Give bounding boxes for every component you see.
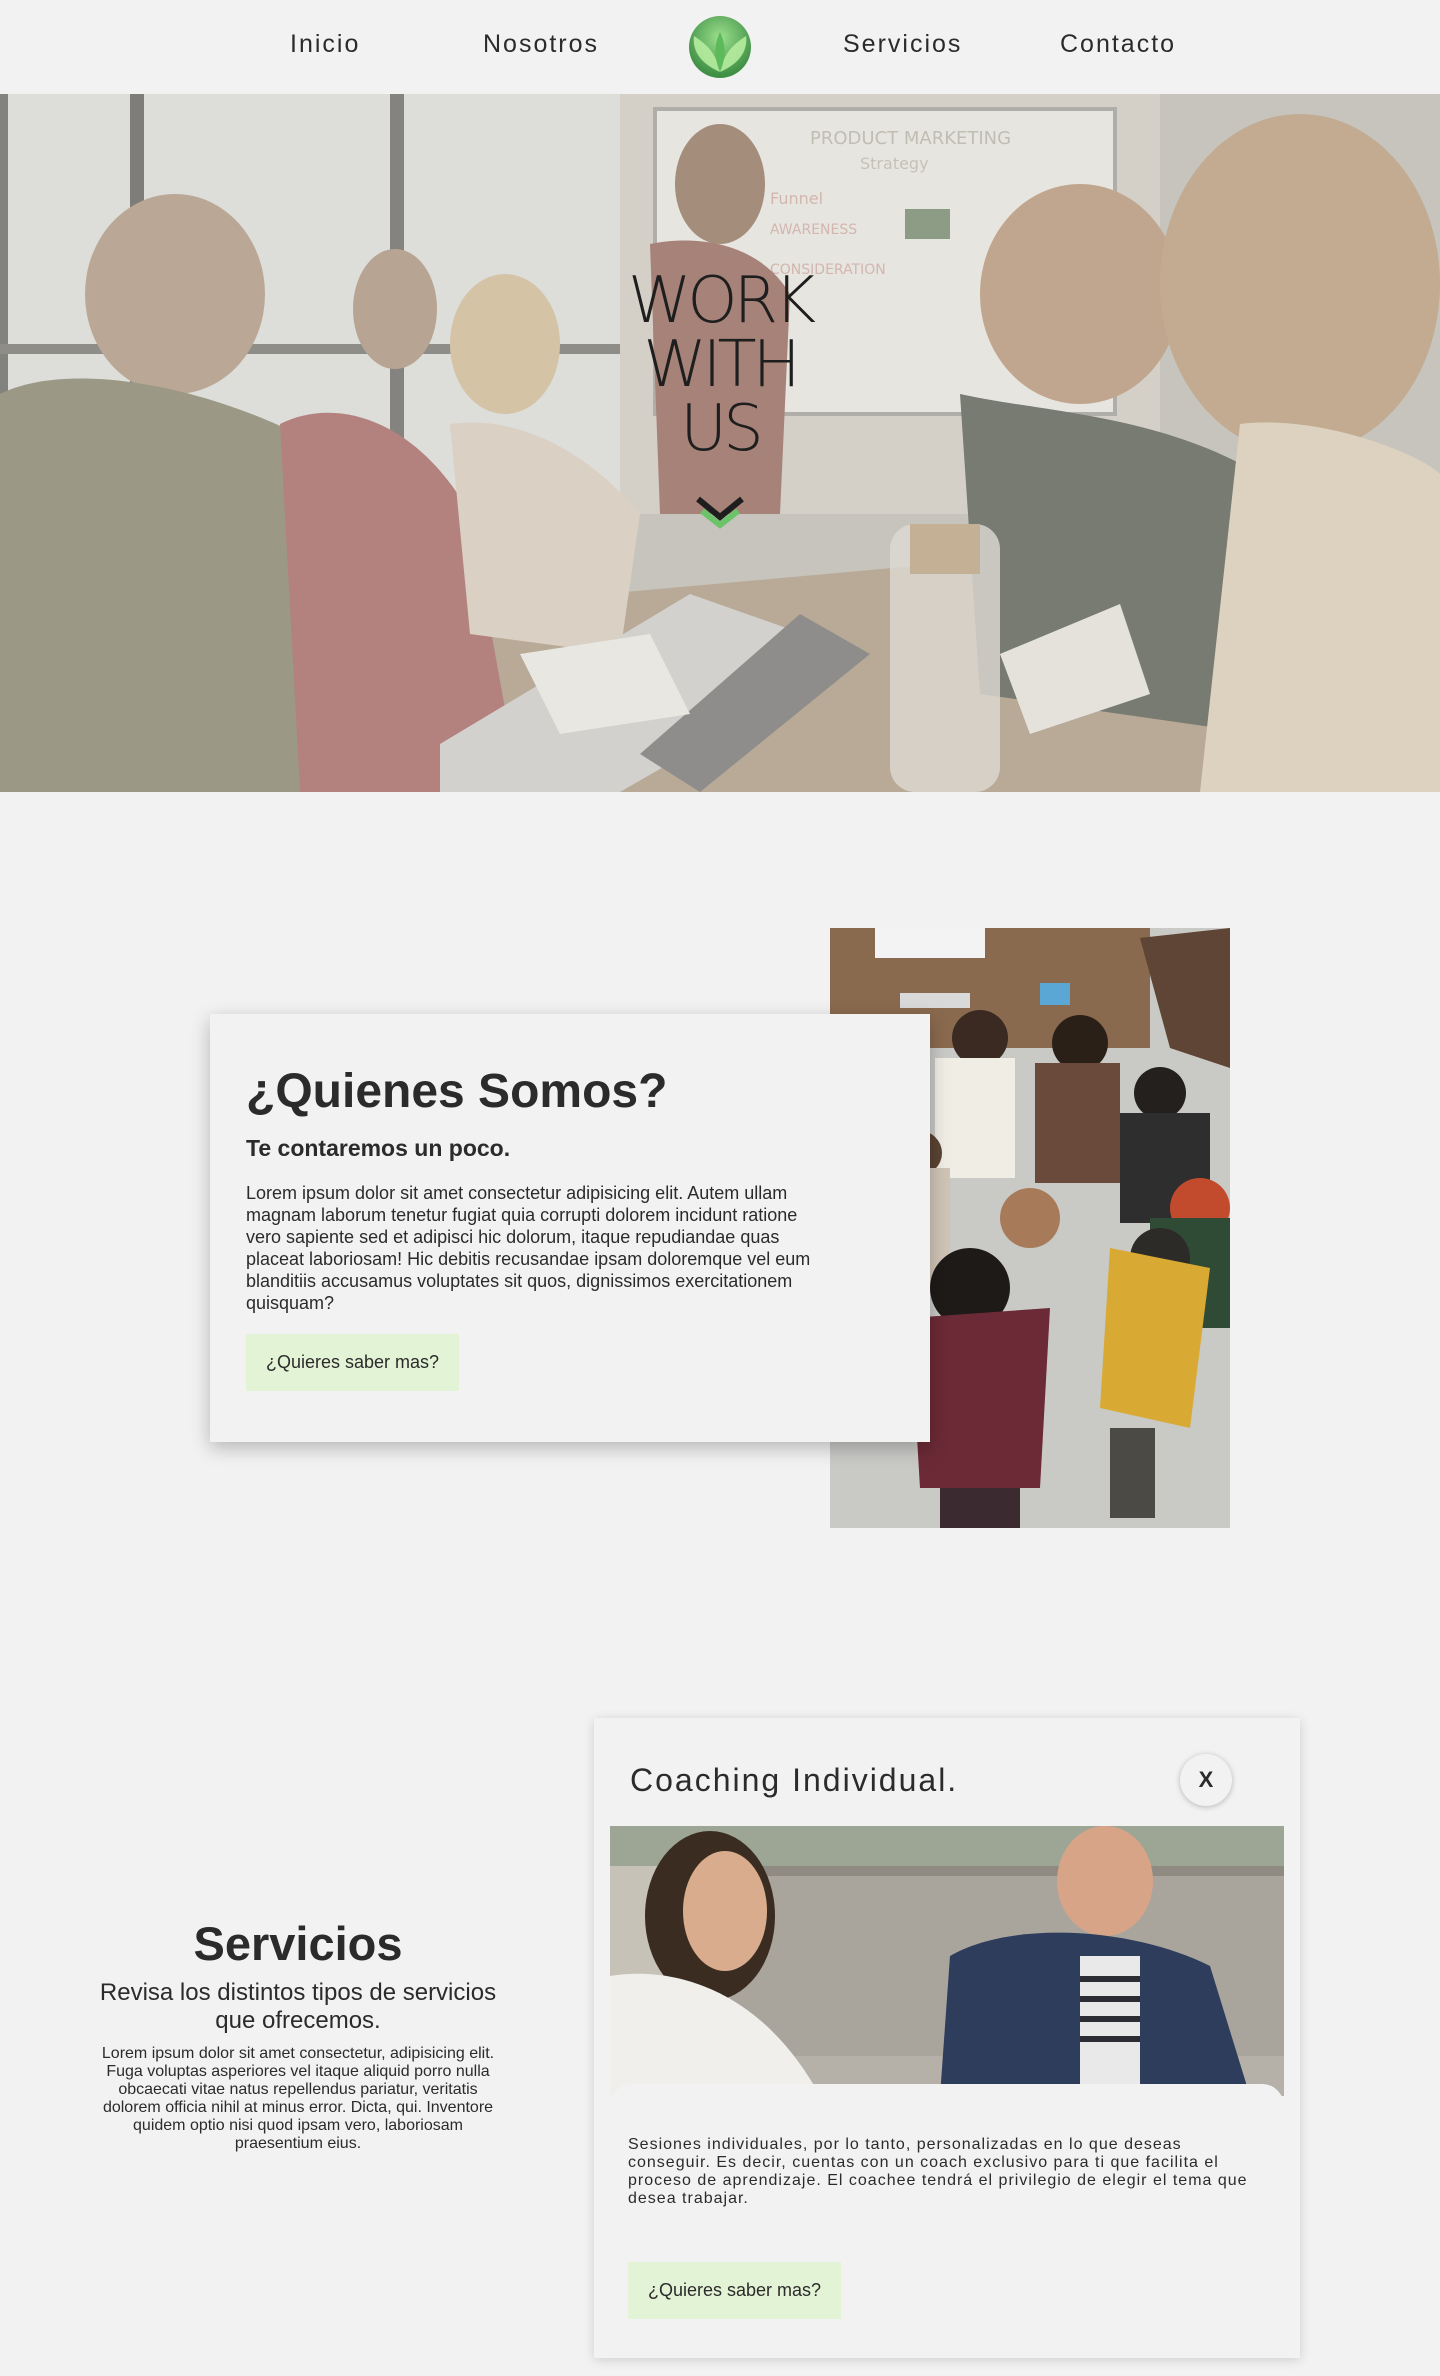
about-more-button[interactable]: ¿Quieres saber mas?: [246, 1334, 460, 1391]
services-subtitle: Revisa los distintos tipos de servicios …: [99, 1979, 497, 2034]
coaching-description: Sesiones individuales, por lo tanto, per…: [628, 2136, 1248, 2207]
coaching-card-title: Coaching Individual.: [630, 1762, 959, 1798]
nav-item-inicio[interactable]: Inicio: [290, 30, 360, 59]
hero-title: WORK WITH US: [627, 264, 816, 466]
top-navigation: Inicio Nosotros Servicios Contacto: [0, 0, 1440, 94]
services-description: Lorem ipsum dolor sit amet consectetur, …: [101, 2045, 495, 2152]
services-intro: Servicios Revisa los distintos tipos de …: [96, 1916, 500, 2153]
about-description: Lorem ipsum dolor sit amet consectetur a…: [246, 1183, 811, 1313]
services-title: Servicios: [193, 1917, 403, 1970]
coaching-card: Coaching Individual. X Sesiones individu…: [594, 1718, 1300, 2358]
leaf-logo-icon[interactable]: [680, 14, 760, 80]
about-card: ¿Quienes Somos? Te contaremos un poco. L…: [210, 1014, 930, 1442]
nav-item-servicios[interactable]: Servicios: [843, 30, 962, 59]
about-title: ¿Quienes Somos?: [246, 1065, 668, 1118]
close-button[interactable]: X: [1180, 1754, 1232, 1806]
about-subtitle: Te contaremos un poco.: [246, 1135, 511, 1161]
chevron-down-icon[interactable]: [690, 489, 750, 529]
nav-item-nosotros[interactable]: Nosotros: [483, 30, 599, 59]
nav-item-contacto[interactable]: Contacto: [1060, 30, 1176, 59]
coaching-photo: [610, 1826, 1284, 2096]
coaching-card-body: Sesiones individuales, por lo tanto, per…: [610, 2084, 1284, 2344]
coaching-more-button[interactable]: ¿Quieres saber mas?: [628, 2262, 842, 2319]
hero-banner: PRODUCT MARKETING Strategy Funnel AWAREN…: [0, 94, 1440, 792]
